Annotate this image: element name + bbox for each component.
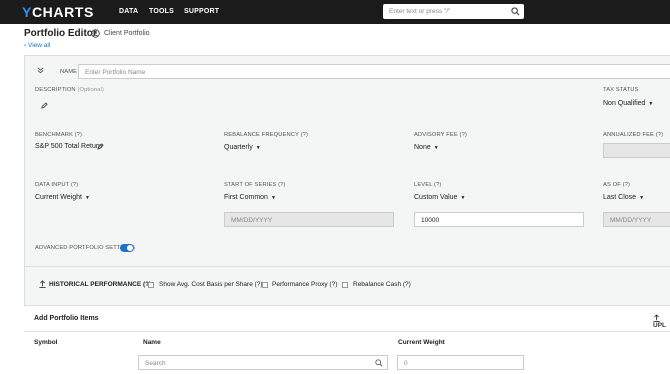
user-circle-icon: [91, 29, 100, 38]
as-of-select[interactable]: Last Close ▼: [603, 194, 644, 201]
client-portfolio-label: Client Portfolio: [104, 30, 150, 37]
caret-down-icon: ▼: [84, 195, 90, 201]
rebalance-cash-label: Rebalance Cash (?): [353, 281, 411, 288]
collapse-chevrons-icon[interactable]: [37, 67, 44, 74]
name-placeholder: Enter Portfolio Name: [85, 69, 146, 76]
advisory-fee-label: ADVISORY FEE (?): [414, 132, 467, 138]
start-date-input: MM/DD/YYYY: [224, 212, 394, 227]
search-icon[interactable]: [511, 7, 520, 16]
upload-label: UPL: [653, 322, 666, 329]
upload-icon: [653, 314, 660, 322]
caret-down-icon: ▼: [460, 195, 466, 201]
tax-status-label: TAX STATUS: [603, 87, 639, 93]
logo-y: Y: [22, 4, 32, 20]
description-label: DESCRIPTION (Optional): [35, 87, 104, 93]
upload-arrow-icon[interactable]: [39, 280, 46, 288]
caret-down-icon: ▼: [433, 145, 439, 151]
start-of-series-label: START OF SERIES (?): [224, 182, 286, 188]
annualized-fee-input: [603, 143, 670, 158]
section-divider: [25, 266, 670, 267]
current-weight-input[interactable]: 0: [397, 355, 524, 370]
security-search-placeholder: Search: [145, 360, 166, 367]
view-all-label: View all: [27, 42, 51, 49]
name-label: NAME: [60, 69, 78, 75]
portfolio-settings-panel: NAME Enter Portfolio Name DESCRIPTION (O…: [24, 55, 670, 305]
ycharts-logo[interactable]: YCHARTS: [22, 4, 94, 20]
benchmark-value: S&P 500 Total Return: [35, 143, 103, 150]
col-name-header: Name: [143, 339, 161, 346]
data-input-label: DATA INPUT (?): [35, 182, 79, 188]
caret-down-icon: ▼: [639, 195, 645, 201]
portfolio-name-input[interactable]: Enter Portfolio Name: [78, 64, 670, 79]
advisory-fee-value: None: [414, 144, 431, 151]
level-label: LEVEL (?): [414, 182, 442, 188]
advanced-settings-toggle[interactable]: [120, 244, 134, 252]
panel-bottom-border: [24, 305, 670, 306]
level-input-value: 10000: [421, 217, 440, 224]
edit-pencil-icon[interactable]: [41, 102, 48, 109]
caret-down-icon: ▼: [648, 101, 654, 107]
as-of-date-placeholder: MM/DD/YYYY: [610, 217, 652, 224]
advisory-fee-select[interactable]: None ▼: [414, 144, 439, 151]
rebalance-frequency-select[interactable]: Quarterly ▼: [224, 144, 261, 151]
top-navigation-bar: YCHARTS DATA TOOLS SUPPORT Enter text or…: [0, 0, 670, 24]
nav-tools[interactable]: TOOLS: [149, 8, 174, 15]
optional-hint: (Optional): [77, 87, 104, 93]
as-of-label: AS OF (?): [603, 182, 630, 188]
historical-performance-label[interactable]: HISTORICAL PERFORMANCE (?): [49, 281, 151, 288]
data-input-value: Current Weight: [35, 194, 82, 201]
start-date-placeholder: MM/DD/YYYY: [231, 217, 273, 224]
rebalance-frequency-value: Quarterly: [224, 144, 253, 151]
as-of-date-input: MM/DD/YYYY: [603, 212, 670, 227]
col-symbol-header: Symbol: [34, 339, 58, 346]
data-input-select[interactable]: Current Weight ▼: [35, 194, 90, 201]
view-all-link[interactable]: ‹ View all: [24, 42, 50, 49]
tax-status-value: Non Qualified: [603, 100, 646, 107]
upload-button[interactable]: UPL: [653, 314, 670, 329]
show-avg-cost-checkbox[interactable]: [148, 282, 154, 288]
page-title: Portfolio Editor: [24, 28, 97, 39]
level-value-input[interactable]: 10000: [414, 212, 584, 227]
current-weight-value: 0: [404, 360, 408, 367]
performance-proxy-label: Performance Proxy (?): [272, 281, 338, 288]
benchmark-label: BENCHMARK (?): [35, 132, 83, 138]
start-of-series-select[interactable]: First Common ▼: [224, 194, 276, 201]
search-placeholder: Enter text or press "/": [389, 8, 451, 15]
annualized-fee-label: ANNUALIZED FEE (?): [603, 132, 664, 138]
description-label-text: DESCRIPTION: [35, 87, 76, 93]
search-icon[interactable]: [375, 359, 383, 367]
nav-data[interactable]: DATA: [119, 8, 138, 15]
level-select[interactable]: Custom Value ▼: [414, 194, 465, 201]
caret-down-icon: ▼: [255, 145, 261, 151]
start-of-series-value: First Common: [224, 194, 268, 201]
items-header-divider: [24, 331, 670, 332]
add-portfolio-items-title: Add Portfolio Items: [34, 315, 99, 322]
caret-down-icon: ▼: [270, 195, 276, 201]
rebalance-frequency-label: REBALANCE FREQUENCY (?): [224, 132, 309, 138]
col-weight-header: Current Weight: [398, 339, 445, 346]
show-avg-cost-label: Show Avg. Cost Basis per Share (?): [159, 281, 263, 288]
tax-status-select[interactable]: Non Qualified ▼: [603, 100, 653, 107]
toggle-knob: [127, 245, 133, 251]
edit-benchmark-icon[interactable]: [97, 143, 104, 150]
performance-proxy-checkbox[interactable]: [262, 282, 268, 288]
level-value: Custom Value: [414, 194, 458, 201]
nav-support[interactable]: SUPPORT: [184, 8, 219, 15]
global-search-input[interactable]: Enter text or press "/": [383, 4, 524, 19]
logo-text: CHARTS: [31, 4, 94, 20]
rebalance-cash-checkbox[interactable]: [342, 282, 348, 288]
as-of-value: Last Close: [603, 194, 637, 201]
security-search-input[interactable]: Search: [138, 355, 388, 370]
